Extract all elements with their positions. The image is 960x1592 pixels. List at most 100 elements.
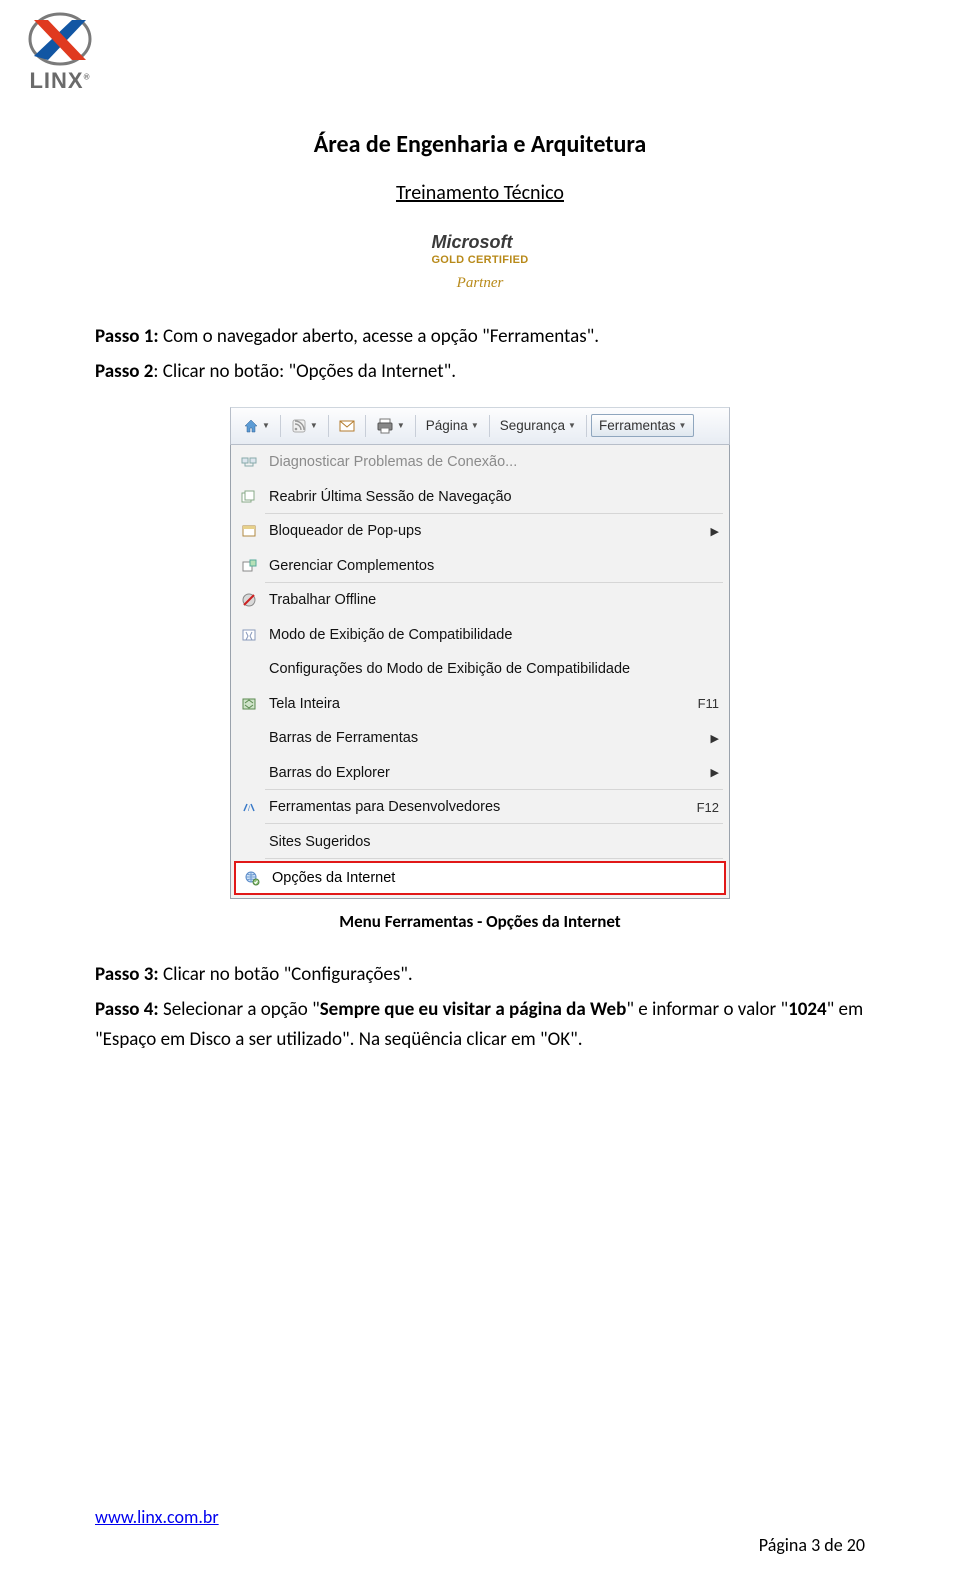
- body-text-lower: Passo 3: Clicar no botão "Configurações"…: [95, 960, 865, 1054]
- footer: www.linx.com.br: [95, 1506, 865, 1528]
- menu-item-reopen-session[interactable]: Reabrir Última Sessão de Navegação: [231, 479, 729, 514]
- menu-label: Sites Sugeridos: [269, 834, 719, 850]
- step-4-text-a: Selecionar a opção ": [159, 998, 320, 1021]
- ie-toolbar: ▼ ▼ ▼ Página ▼ Segurança: [230, 407, 730, 445]
- menu-label: Ferramentas para Desenvolvedores: [269, 799, 685, 815]
- badge-partner: Partner: [431, 276, 528, 291]
- ms-partner-badge: Microsoft GOLD CERTIFIED Partner: [431, 233, 528, 291]
- fullscreen-icon: [237, 694, 261, 714]
- menu-item-compat-view[interactable]: Modo de Exibição de Compatibilidade: [231, 617, 729, 652]
- menu-label: Modo de Exibição de Compatibilidade: [269, 627, 719, 643]
- menu-label: Diagnosticar Problemas de Conexão...: [269, 454, 719, 470]
- toolbar-separator: [415, 415, 416, 437]
- devtools-icon: /: [237, 797, 261, 817]
- toolbar-tools-label: Ferramentas: [599, 418, 676, 433]
- menu-item-suggested-sites[interactable]: Sites Sugeridos: [231, 824, 729, 859]
- badge-gold-certified: GOLD CERTIFIED: [431, 255, 528, 266]
- page-title: Área de Engenharia e Arquitetura: [95, 130, 865, 159]
- menu-item-compat-settings[interactable]: Configurações do Modo de Exibição de Com…: [231, 652, 729, 687]
- menu-label: Configurações do Modo de Exibição de Com…: [269, 661, 719, 677]
- network-icon: [237, 452, 261, 472]
- logo-mark-icon: [28, 12, 92, 66]
- badge-microsoft: Microsoft: [431, 233, 528, 251]
- step-2-label: Passo 2: [95, 360, 153, 383]
- page-number: Página 3 de 20: [759, 1534, 865, 1556]
- chevron-down-icon: ▼: [262, 421, 270, 430]
- submenu-arrow-icon: ▶: [699, 525, 719, 538]
- toolbar-separator: [365, 415, 366, 437]
- chevron-down-icon: ▼: [471, 421, 479, 430]
- popup-icon: [237, 521, 261, 541]
- blank-icon: [237, 832, 261, 852]
- svg-text:/: /: [248, 806, 250, 813]
- toolbar-separator: [586, 415, 587, 437]
- toolbar-separator: [280, 415, 281, 437]
- step-1-text: Com o navegador aberto, acesse a opção "…: [159, 325, 599, 348]
- menu-item-popup-blocker[interactable]: Bloqueador de Pop-ups ▶: [231, 514, 729, 549]
- step-4-label: Passo 4:: [95, 998, 159, 1021]
- menu-item-internet-options[interactable]: Opções da Internet: [234, 861, 726, 895]
- offline-icon: [237, 590, 261, 610]
- menu-item-toolbars[interactable]: Barras de Ferramentas ▶: [231, 721, 729, 756]
- logo-text: LINX®: [14, 68, 106, 94]
- menu-item-explorer-bars[interactable]: Barras do Explorer ▶: [231, 755, 729, 790]
- page-subtitle: Treinamento Técnico: [95, 181, 865, 205]
- step-3-label: Passo 3:: [95, 963, 159, 986]
- menu-item-dev-tools[interactable]: / Ferramentas para Desenvolvedores F12: [231, 790, 729, 825]
- blank-icon: [237, 763, 261, 783]
- step-4-bold-a: Sempre que eu visitar a página da Web: [320, 998, 627, 1021]
- step-1: Passo 1: Com o navegador aberto, acesse …: [95, 322, 865, 351]
- menu-label: Barras de Ferramentas: [269, 730, 699, 746]
- addon-icon: [237, 556, 261, 576]
- menu-item-diagnose[interactable]: Diagnosticar Problemas de Conexão...: [231, 445, 729, 480]
- menu-label: Gerenciar Complementos: [269, 558, 719, 574]
- toolbar-security-label: Segurança: [500, 418, 565, 433]
- step-3: Passo 3: Clicar no botão "Configurações"…: [95, 960, 865, 989]
- menu-item-fullscreen[interactable]: Tela Inteira F11: [231, 686, 729, 721]
- tabs-icon: [237, 487, 261, 507]
- menu-item-manage-addons[interactable]: Gerenciar Complementos: [231, 548, 729, 583]
- toolbar-separator: [328, 415, 329, 437]
- chevron-down-icon: ▼: [568, 421, 576, 430]
- chevron-down-icon: ▼: [310, 421, 318, 430]
- step-3-text: Clicar no botão "Configurações".: [159, 963, 413, 986]
- step-2: Passo 2: Clicar no botão: "Opções da Int…: [95, 357, 865, 386]
- menu-item-work-offline[interactable]: Trabalhar Offline: [231, 583, 729, 618]
- footer-link[interactable]: www.linx.com.br: [95, 1506, 219, 1528]
- menu-label: Opções da Internet: [272, 870, 716, 886]
- toolbar-print-button[interactable]: ▼: [370, 414, 411, 438]
- internet-options-icon: [240, 868, 264, 888]
- menu-label: Bloqueador de Pop-ups: [269, 523, 699, 539]
- toolbar-separator: [489, 415, 490, 437]
- step-2-text: : Clicar no botão: "Opções da Internet".: [153, 360, 456, 383]
- toolbar-page-label: Página: [426, 418, 468, 433]
- menu-label: Barras do Explorer: [269, 765, 699, 781]
- toolbar-security-button[interactable]: Segurança ▼: [494, 414, 582, 437]
- step-4-bold-b: 1024: [788, 998, 827, 1021]
- menu-label: Trabalhar Offline: [269, 592, 719, 608]
- menu-shortcut: F11: [686, 696, 719, 711]
- toolbar-feeds-button[interactable]: ▼: [285, 414, 324, 438]
- document-header: Área de Engenharia e Arquitetura Treinam…: [95, 130, 865, 292]
- step-4-text-b: " e informar o valor ": [626, 998, 788, 1021]
- chevron-down-icon: ▼: [397, 421, 405, 430]
- chevron-down-icon: ▼: [679, 421, 687, 430]
- ie-screenshot: ▼ ▼ ▼ Página ▼ Segurança: [230, 407, 730, 899]
- toolbar-home-button[interactable]: ▼: [237, 414, 276, 438]
- menu-label: Tela Inteira: [269, 696, 686, 712]
- submenu-arrow-icon: ▶: [699, 732, 719, 745]
- body-text: Passo 1: Com o navegador aberto, acesse …: [95, 322, 865, 387]
- compat-icon: [237, 625, 261, 645]
- blank-icon: [237, 659, 261, 679]
- step-1-label: Passo 1:: [95, 325, 159, 348]
- toolbar-mail-button[interactable]: [333, 415, 361, 437]
- screenshot-caption: Menu Ferramentas - Opções da Internet: [95, 911, 865, 932]
- toolbar-tools-button[interactable]: Ferramentas ▼: [591, 414, 694, 437]
- tools-menu: Diagnosticar Problemas de Conexão... Rea…: [230, 445, 730, 899]
- linx-logo: LINX®: [14, 12, 106, 94]
- step-4: Passo 4: Selecionar a opção "Sempre que …: [95, 995, 865, 1054]
- submenu-arrow-icon: ▶: [699, 766, 719, 779]
- menu-label: Reabrir Última Sessão de Navegação: [269, 489, 719, 505]
- blank-icon: [237, 728, 261, 748]
- toolbar-page-button[interactable]: Página ▼: [420, 414, 485, 437]
